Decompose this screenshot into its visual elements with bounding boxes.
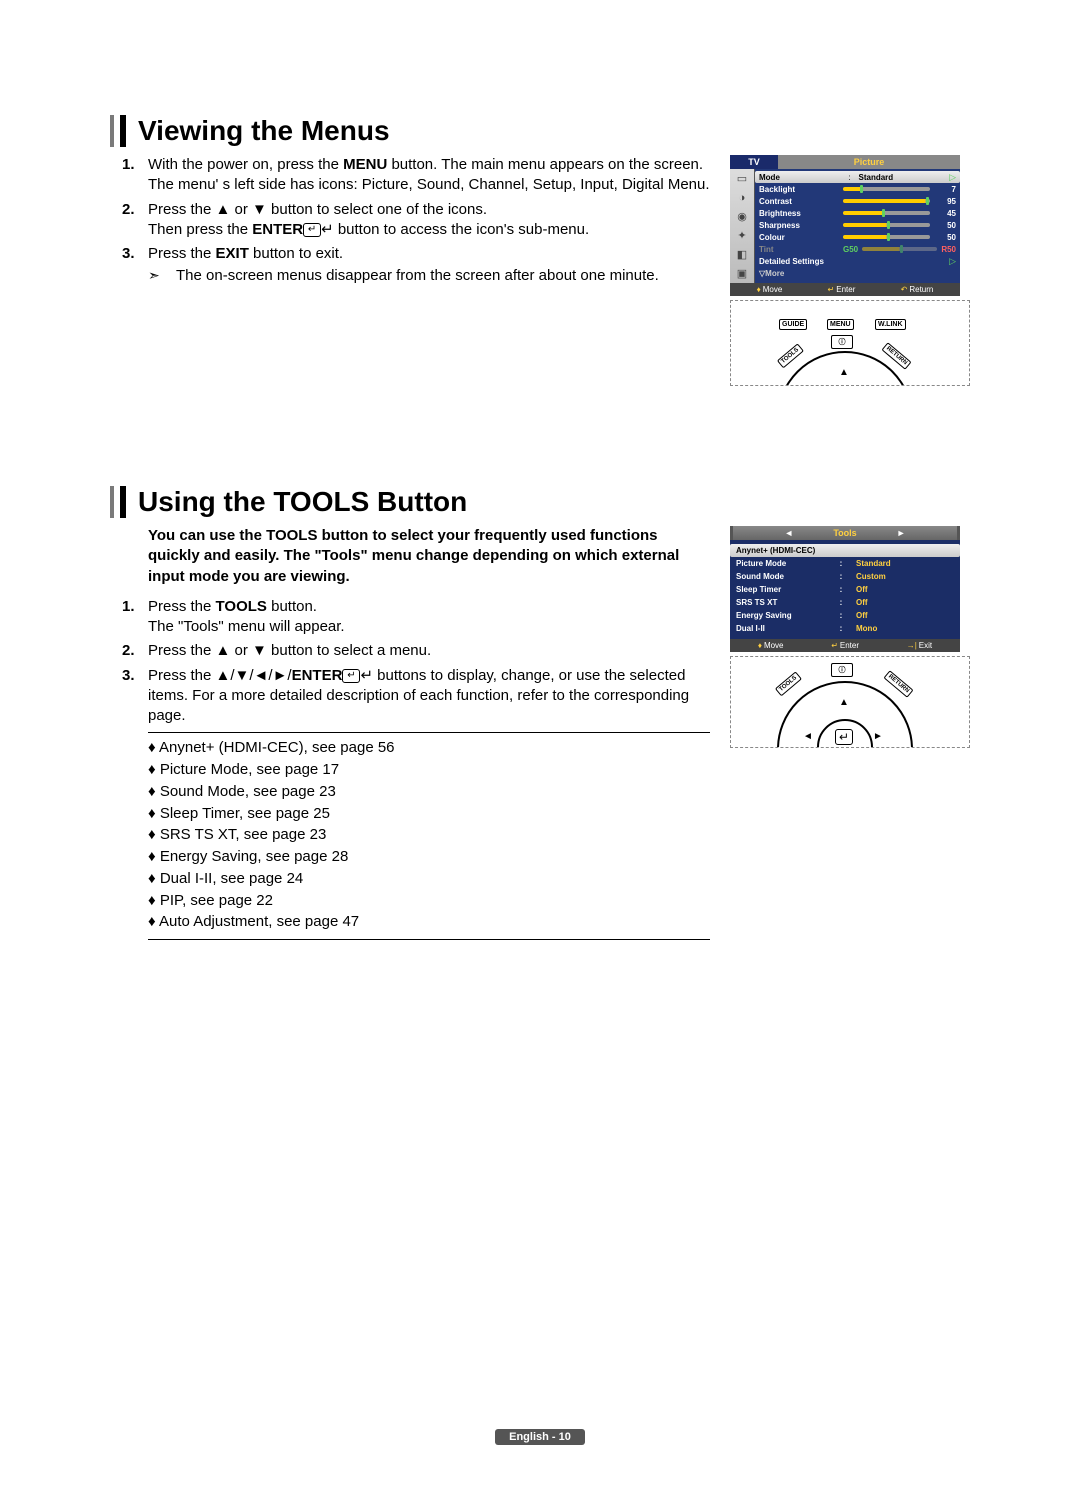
osd-tools-footer: ♦Move ↵Enter →|Exit xyxy=(730,639,960,652)
ref-item: Picture Mode, see page 17 xyxy=(148,759,710,781)
step-number: 1. xyxy=(122,155,135,175)
osd-row-contrast[interactable]: Contrast 95 xyxy=(759,195,956,207)
ref-item: Dual I-II, see page 24 xyxy=(148,868,710,890)
setup-icon: ✦ xyxy=(730,226,754,245)
step-text: Press the ▲ or ▼ button to select a menu… xyxy=(148,642,431,659)
osd-row-brightness[interactable]: Brightness 45 xyxy=(759,207,956,219)
step-number: 3. xyxy=(122,666,135,686)
step-number: 3. xyxy=(122,244,135,264)
chevron-right-icon: ▷ xyxy=(944,172,956,183)
tools-row-sound-mode[interactable]: Sound Mode:Custom xyxy=(736,570,954,583)
osd-row-detailed-settings[interactable]: Detailed Settings ▷ xyxy=(759,255,956,267)
tools-row-srs[interactable]: SRS TS XT:Off xyxy=(736,596,954,609)
right-arrow-icon: ► xyxy=(873,731,883,742)
note: ➣ The on-screen menus disappear from the… xyxy=(148,266,710,286)
enter-button[interactable]: ↵ xyxy=(835,729,853,745)
step-text: Press the TOOLS button. The "Tools" menu… xyxy=(148,598,345,635)
step-number: 1. xyxy=(122,597,135,617)
osd-footer: ♦Move ↵Enter ↶Return xyxy=(730,283,960,296)
page-footer: English - 10 xyxy=(0,1427,1080,1445)
step-text: Press the ▲/▼/◄/►/ENTER↵↵ buttons to dis… xyxy=(148,667,689,725)
note-arrow-icon: ➣ xyxy=(148,266,176,286)
divider xyxy=(148,732,710,733)
left-arrow-icon: ◄ xyxy=(803,731,813,742)
guide-button[interactable]: GUIDE xyxy=(779,319,807,330)
osd-tv-tab: TV xyxy=(730,155,778,169)
ref-item: PIP, see page 22 xyxy=(148,890,710,912)
osd-sidebar-icons: ▭ ◑ ◉ ✦ ◧ ▣ xyxy=(730,169,755,283)
osd-row-more[interactable]: ▽More xyxy=(759,267,956,279)
picture-icon: ▭ xyxy=(730,169,754,188)
osd-tools-title: ◄ Tools ► xyxy=(730,526,960,540)
wlink-button[interactable]: W.LINK xyxy=(875,319,906,330)
enter-icon: ↵ xyxy=(303,223,321,237)
osd-row-tint: Tint G50 R50 xyxy=(759,243,956,255)
info-button[interactable]: ⓘ xyxy=(831,663,853,677)
menu-button[interactable]: MENU xyxy=(827,319,854,330)
tools-button[interactable]: TOOLS xyxy=(777,344,804,369)
osd-row-backlight[interactable]: Backlight 7 xyxy=(759,183,956,195)
section2-intro: You can use the TOOLS button to select y… xyxy=(148,526,710,587)
step-number: 2. xyxy=(122,641,135,661)
return-button[interactable]: RETURN xyxy=(883,670,913,698)
osd-tools-menu: ◄ Tools ► Anynet+ (HDMI-CEC) Picture Mod… xyxy=(730,526,960,652)
tools-row-picture-mode[interactable]: Picture Mode:Standard xyxy=(736,557,954,570)
ref-item: Energy Saving, see page 28 xyxy=(148,846,710,868)
reference-list: Anynet+ (HDMI-CEC), see page 56 Picture … xyxy=(120,737,710,933)
heading-viewing-menus: Viewing the Menus xyxy=(120,115,970,147)
step-number: 2. xyxy=(122,200,135,220)
remote-diagram-2: ⓘ TOOLS RETURN ▲ ◄ ► ↵ xyxy=(730,656,970,748)
step-text: With the power on, press the MENU button… xyxy=(148,156,710,193)
step-text: Press the ▲ or ▼ button to select one of… xyxy=(148,201,589,238)
enter-icon: ↵ xyxy=(342,669,360,683)
remote-diagram-1: GUIDE MENU W.LINK ⓘ TOOLS RETURN ▲ xyxy=(730,300,970,386)
ref-item: Auto Adjustment, see page 47 xyxy=(148,911,710,933)
osd-row-mode[interactable]: Mode : Standard ▷ xyxy=(755,171,960,183)
up-arrow-icon: ▲ xyxy=(839,367,849,378)
osd-title: Picture xyxy=(778,155,960,169)
info-button[interactable]: ⓘ xyxy=(831,335,853,349)
tools-row-sleep-timer[interactable]: Sleep Timer:Off xyxy=(736,583,954,596)
ref-item: Anynet+ (HDMI-CEC), see page 56 xyxy=(148,737,710,759)
channel-icon: ◉ xyxy=(730,207,754,226)
up-arrow-icon: ▲ xyxy=(839,697,849,708)
input-icon: ◧ xyxy=(730,245,754,264)
osd-row-sharpness[interactable]: Sharpness 50 xyxy=(759,219,956,231)
heading-tools-button: Using the TOOLS Button xyxy=(120,486,970,518)
osd-picture-menu: TV Picture ▭ ◑ ◉ ✦ ◧ ▣ Mode xyxy=(730,155,960,296)
ref-item: Sound Mode, see page 23 xyxy=(148,781,710,803)
section1-steps: 1. With the power on, press the MENU but… xyxy=(120,155,710,287)
tools-row-anynet[interactable]: Anynet+ (HDMI-CEC) xyxy=(730,544,960,557)
ref-item: Sleep Timer, see page 25 xyxy=(148,803,710,825)
divider xyxy=(148,939,710,940)
chevron-right-icon: ▷ xyxy=(944,256,956,267)
sound-icon: ◑ xyxy=(730,188,754,207)
tools-row-energy-saving[interactable]: Energy Saving:Off xyxy=(736,609,954,622)
tools-row-dual[interactable]: Dual I-II:Mono xyxy=(736,622,954,635)
step-text: Press the EXIT button to exit. xyxy=(148,245,343,262)
ref-item: SRS TS XT, see page 23 xyxy=(148,824,710,846)
tools-button[interactable]: TOOLS xyxy=(775,672,802,697)
osd-row-colour[interactable]: Colour 50 xyxy=(759,231,956,243)
digital-menu-icon: ▣ xyxy=(730,264,754,283)
section2-steps: 1. Press the TOOLS button. The "Tools" m… xyxy=(120,597,710,727)
